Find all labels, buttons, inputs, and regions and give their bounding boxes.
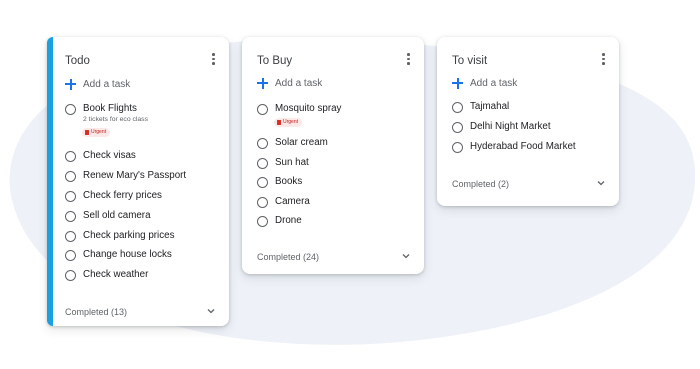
checkbox-circle-icon[interactable] — [257, 216, 268, 227]
urgent-chip-label: Urgent — [91, 129, 107, 135]
add-task-button[interactable]: Add a task — [257, 76, 322, 90]
task-details: 2 tickets for eco class — [83, 116, 148, 123]
checkbox-circle-icon[interactable] — [452, 102, 463, 113]
checkbox-circle-icon[interactable] — [65, 250, 76, 261]
checkbox-circle-icon[interactable] — [65, 270, 76, 281]
task-label[interactable]: Hyderabad Food Market — [470, 141, 576, 153]
chevron-down-icon — [402, 252, 410, 260]
tasks-board: Todo Add a task Book Flights 2 tickets f… — [0, 0, 700, 369]
task-label[interactable]: Check visas — [83, 150, 136, 162]
checkbox-circle-icon[interactable] — [65, 104, 76, 115]
checkbox-circle-icon[interactable] — [65, 151, 76, 162]
card-header: Todo — [65, 51, 219, 67]
task-label[interactable]: Check weather — [83, 269, 148, 281]
add-task-label: Add a task — [275, 77, 323, 89]
task-label[interactable]: Book Flights — [83, 103, 137, 115]
task-label[interactable]: Sell old camera — [83, 210, 151, 222]
list-card-to-buy: To Buy Add a task Mosquito spray Urgent … — [242, 37, 424, 274]
urgent-chip: Urgent — [82, 128, 111, 137]
task-label[interactable]: Sun hat — [275, 157, 309, 169]
checkbox-circle-icon[interactable] — [452, 142, 463, 153]
task-label[interactable]: Renew Mary's Passport — [83, 170, 186, 182]
task-label[interactable]: Books — [275, 176, 302, 188]
list-title: To Buy — [257, 55, 293, 67]
task-label[interactable]: Mosquito spray — [275, 103, 341, 115]
plus-icon — [257, 77, 268, 89]
plus-icon — [65, 78, 76, 90]
completed-toggle[interactable]: Completed (13) — [65, 306, 215, 320]
flag-icon — [85, 130, 89, 135]
checkbox-circle-icon[interactable] — [65, 191, 76, 202]
checkbox-circle-icon[interactable] — [452, 122, 463, 133]
completed-label: Completed (2) — [452, 179, 510, 189]
task-label[interactable]: Check parking prices — [83, 230, 174, 242]
add-task-button[interactable]: Add a task — [452, 76, 517, 90]
list-title: To visit — [452, 55, 488, 67]
checkbox-circle-icon[interactable] — [65, 231, 76, 242]
task-label[interactable]: Drone — [275, 215, 302, 227]
checkbox-circle-icon[interactable] — [257, 197, 268, 208]
completed-label: Completed (13) — [65, 307, 128, 317]
checkbox-circle-icon[interactable] — [257, 158, 268, 169]
completed-toggle[interactable]: Completed (24) — [257, 251, 410, 265]
task-label[interactable]: Solar cream — [275, 137, 328, 149]
task-label[interactable]: Delhi Night Market — [470, 121, 551, 133]
add-task-label: Add a task — [470, 77, 518, 89]
list-card-to-visit: To visit Add a task Tajmahal Delhi Night… — [437, 37, 619, 206]
more-vert-icon[interactable] — [597, 51, 609, 67]
more-vert-icon[interactable] — [207, 51, 219, 67]
add-task-button[interactable]: Add a task — [65, 77, 130, 91]
task-label[interactable]: Camera — [275, 196, 310, 208]
task-label[interactable]: Change house locks — [83, 249, 172, 261]
task-label[interactable]: Check ferry prices — [83, 190, 162, 202]
list-title: Todo — [65, 55, 90, 67]
card-header: To visit — [452, 51, 609, 67]
completed-toggle[interactable]: Completed (2) — [452, 178, 605, 192]
add-task-label: Add a task — [83, 78, 131, 90]
flag-icon — [277, 120, 281, 125]
more-vert-icon[interactable] — [402, 51, 414, 67]
checkbox-circle-icon[interactable] — [65, 211, 76, 222]
plus-icon — [452, 77, 463, 89]
checkbox-circle-icon[interactable] — [257, 104, 268, 115]
completed-label: Completed (24) — [257, 252, 320, 262]
card-header: To Buy — [257, 51, 414, 67]
checkbox-circle-icon[interactable] — [65, 171, 76, 182]
urgent-chip-label: Urgent — [283, 119, 299, 125]
chevron-down-icon — [597, 179, 605, 187]
list-card-todo: Todo Add a task Book Flights 2 tickets f… — [47, 37, 229, 326]
checkbox-circle-icon[interactable] — [257, 177, 268, 188]
task-label[interactable]: Tajmahal — [470, 101, 509, 113]
chevron-down-icon — [207, 307, 215, 315]
checkbox-circle-icon[interactable] — [257, 138, 268, 149]
urgent-chip: Urgent — [274, 118, 303, 127]
